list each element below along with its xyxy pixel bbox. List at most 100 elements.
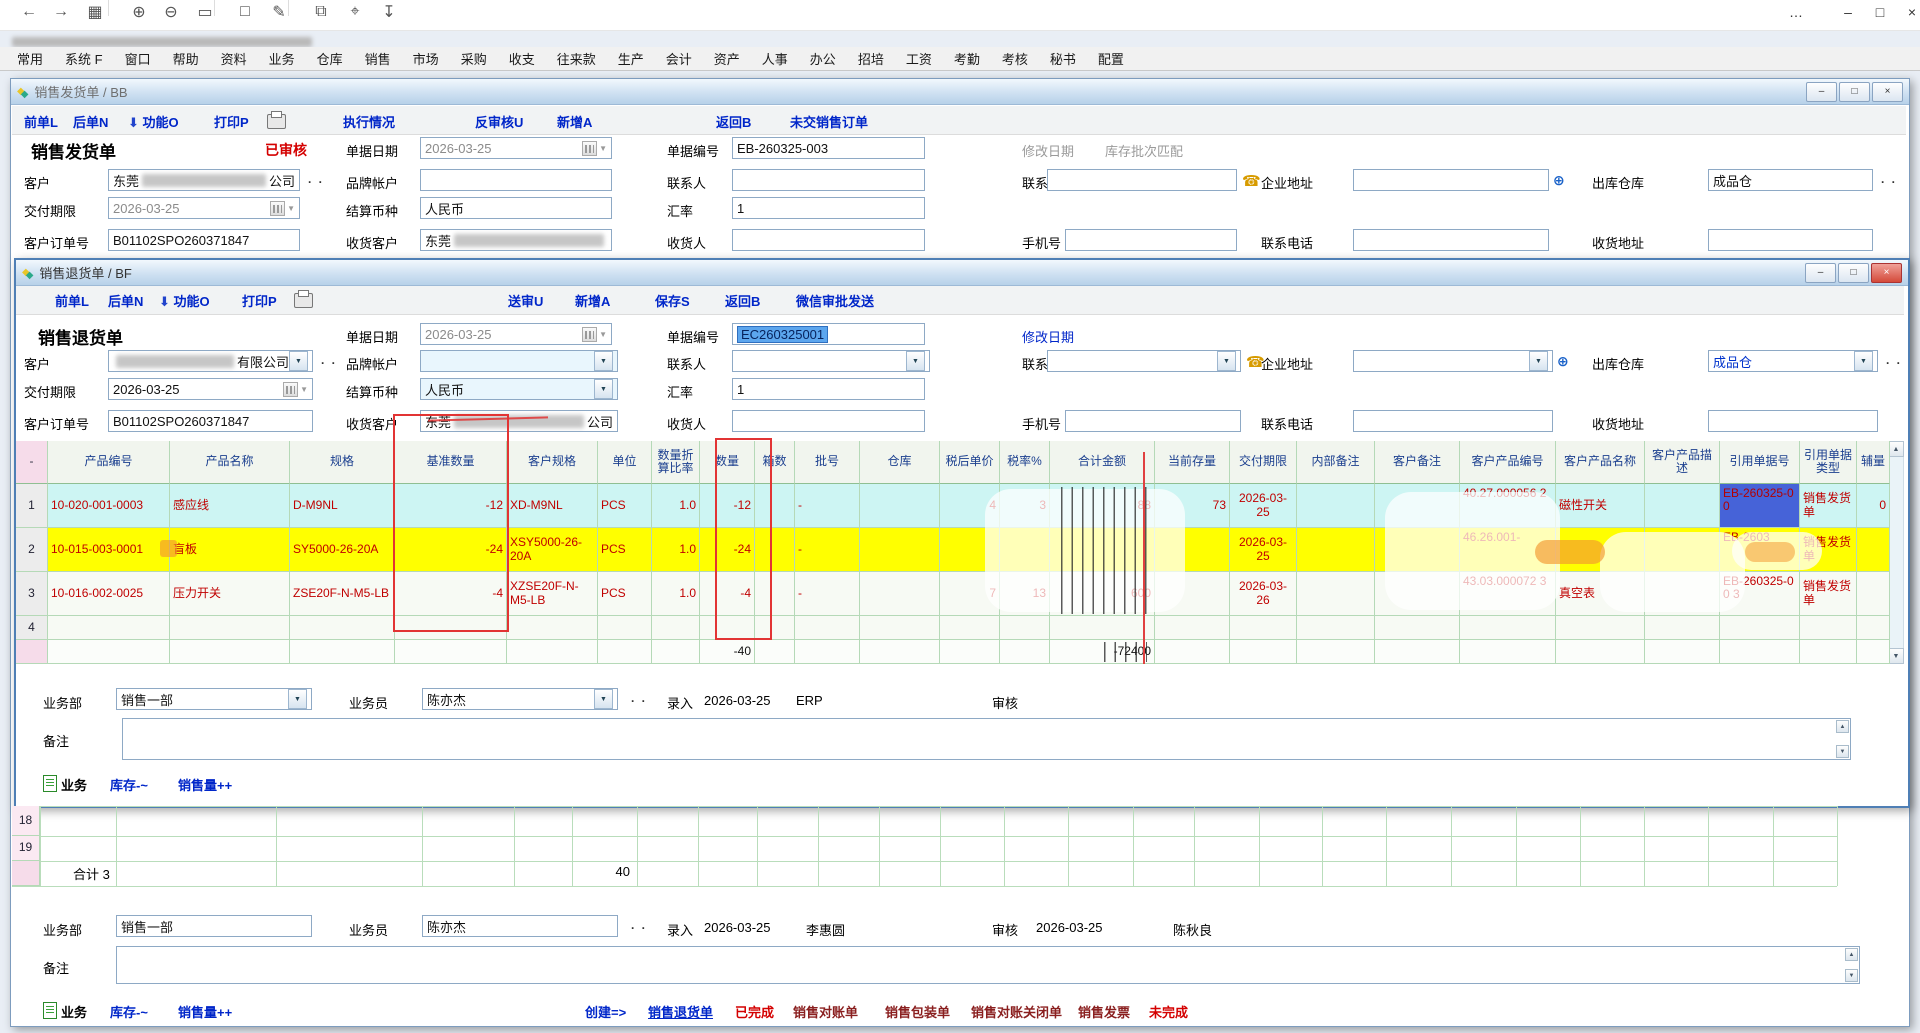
w2-addr-field[interactable]: ▼ [1353,350,1553,372]
w2-footer-biz[interactable]: 业务 [61,775,87,794]
w2-brand-field[interactable]: ▼ [420,350,618,372]
toolbar-link-功能O[interactable]: ⬇ 功能O [128,112,179,131]
table-cell[interactable] [1800,616,1857,640]
table-cell[interactable] [1297,528,1375,572]
w1-custorder-field[interactable]: B01102SPO260371847 [108,229,300,251]
forward-icon[interactable]: → [48,0,74,24]
table-cell[interactable]: 销售发货单 [1800,484,1857,528]
w1-contact-field[interactable] [732,169,925,191]
table-cell[interactable]: 10-020-001-0003 [48,484,170,528]
w2-remark-field[interactable] [122,718,1851,760]
table-header-批号[interactable]: 批号 [795,441,860,484]
new-window-icon[interactable]: □ [232,0,258,24]
toolbar-link-后单N[interactable]: 后单N [108,291,143,310]
table-header-rowno[interactable]: - [16,441,48,484]
window2-minimize-button[interactable]: – [1805,263,1836,283]
table-header-客户产品描述[interactable]: 客户产品描述 [1645,441,1720,484]
toolbar-link-微信审批发送[interactable]: 微信审批发送 [796,291,874,310]
w2-raddr-field[interactable] [1708,410,1878,432]
toolbar-link-执行情况[interactable]: 执行情况 [343,112,395,131]
window2-close-button[interactable]: × [1871,263,1902,283]
w2-custorder-field[interactable]: B01102SPO260371847 [108,410,313,432]
menu-item-5[interactable]: 业务 [258,47,306,70]
toolbar-link-保存S[interactable]: 保存S [655,291,690,310]
table-header-仓库[interactable]: 仓库 [860,441,940,484]
w1-remark-scroll-up[interactable]: ▲ [1845,948,1858,961]
table-header-辅量[interactable]: 辅量 [1857,441,1890,484]
table-cell[interactable] [1375,616,1460,640]
table-cell[interactable] [1460,616,1556,640]
w2-cust-field[interactable]: 有限公司▼ [108,350,313,372]
combo-dropdown-button[interactable]: ▼ [906,351,925,371]
table-cell[interactable]: XD-M9NL [507,484,598,528]
window1-minimize-button[interactable]: – [1806,82,1837,102]
table-cell[interactable] [507,616,598,640]
menu-item-3[interactable]: 帮助 [162,47,210,70]
toolbar-link-新增A[interactable]: 新增A [575,291,610,310]
table-cell[interactable]: XZSE20F-N-M5-LB [507,572,598,616]
menu-item-13[interactable]: 会计 [655,47,703,70]
w1-wh-field[interactable]: 成品仓 [1708,169,1873,191]
table-cell[interactable]: PCS [598,572,652,616]
w2-docdate-field[interactable]: 2026-03-25▼ [420,323,612,345]
table-cell[interactable]: EB-260325-00 [1720,484,1800,528]
combo-dropdown-button[interactable]: ▼ [594,351,613,371]
table-cell[interactable] [940,616,1000,640]
table-cell[interactable]: D-M9NL [290,484,395,528]
menu-item-22[interactable]: 配置 [1087,47,1135,70]
table-cell[interactable]: 1.0 [652,484,700,528]
menu-item-20[interactable]: 考核 [991,47,1039,70]
w1-rate-field[interactable]: 1 [732,197,925,219]
table-header-引用单据号[interactable]: 引用单据号 [1720,441,1800,484]
table-cell[interactable]: SY5000-26-20A [290,528,395,572]
w1-docno-field[interactable]: EB-260325-003 [732,137,925,159]
table-cell[interactable] [1857,616,1890,640]
w2-rperson-field[interactable] [732,410,925,432]
toolbar-link-功能O[interactable]: ⬇ 功能O [159,291,210,310]
table-cell[interactable] [1297,484,1375,528]
table-header-内部备注[interactable]: 内部备注 [1297,441,1375,484]
toolbar-link-返回B[interactable]: 返回B [725,291,760,310]
w1-docdate-field[interactable]: 2026-03-25▼ [420,137,612,159]
w1-dept-field[interactable]: 销售一部 [116,915,312,937]
w1-mobile-field[interactable] [1065,229,1237,251]
w2-ddate-field[interactable]: 2026-03-25▼ [108,378,313,400]
w1-footer-salesqty-link[interactable]: 销售量++ [178,1002,232,1021]
table-header-税后单价[interactable]: 税后单价 [940,441,1000,484]
table-header-规格[interactable]: 规格 [290,441,395,484]
table-cell[interactable]: 2026-03-26 [1230,572,1297,616]
apps-grid-icon[interactable]: ▦ [82,0,108,24]
table-cell[interactable]: - [795,528,860,572]
w2-table-scroll-up[interactable]: ▲ [1888,441,1904,457]
duplicate-window-icon[interactable]: ⧉ [308,0,334,24]
combo-dropdown-button[interactable]: ▼ [594,379,613,399]
table-header-客户产品编号[interactable]: 客户产品编号 [1460,441,1556,484]
w2-footer-salesqty-link[interactable]: 销售量++ [178,775,232,794]
printer-icon[interactable] [294,293,313,308]
table-cell[interactable] [1297,616,1375,640]
table-cell[interactable] [860,572,940,616]
table-rowno[interactable]: 4 [16,616,48,640]
menu-item-16[interactable]: 办公 [799,47,847,70]
table-header-数量折算比率[interactable]: 数量折算比率 [652,441,700,484]
w1-salesman-browse-dots[interactable]: . . [631,918,647,932]
table-cell[interactable] [860,528,940,572]
w2-tel2-field[interactable] [1353,410,1553,432]
toolbar-link-返回B[interactable]: 返回B [716,112,751,131]
w1-footer-pending-销售发票[interactable]: 销售发票 [1078,1002,1130,1021]
more-button[interactable]: … [1782,0,1810,24]
table-header-客户规格[interactable]: 客户规格 [507,441,598,484]
menu-item-4[interactable]: 资料 [210,47,258,70]
table-cell[interactable]: PCS [598,528,652,572]
table-cell[interactable]: 2026-03-25 [1230,484,1297,528]
toolbar-link-打印P[interactable]: 打印P [214,112,249,131]
w1-footer-biz[interactable]: 业务 [61,1002,87,1021]
table-cell[interactable] [1645,484,1720,528]
menu-item-12[interactable]: 生产 [607,47,655,70]
table-rowno[interactable]: 3 [16,572,48,616]
table-cell[interactable] [1556,616,1645,640]
w1-footer-pending-销售对账关闭单[interactable]: 销售对账关闭单 [971,1002,1062,1021]
w1-rowno-19[interactable]: 19 [12,836,40,861]
menu-item-7[interactable]: 销售 [354,47,402,70]
menu-item-14[interactable]: 资产 [703,47,751,70]
